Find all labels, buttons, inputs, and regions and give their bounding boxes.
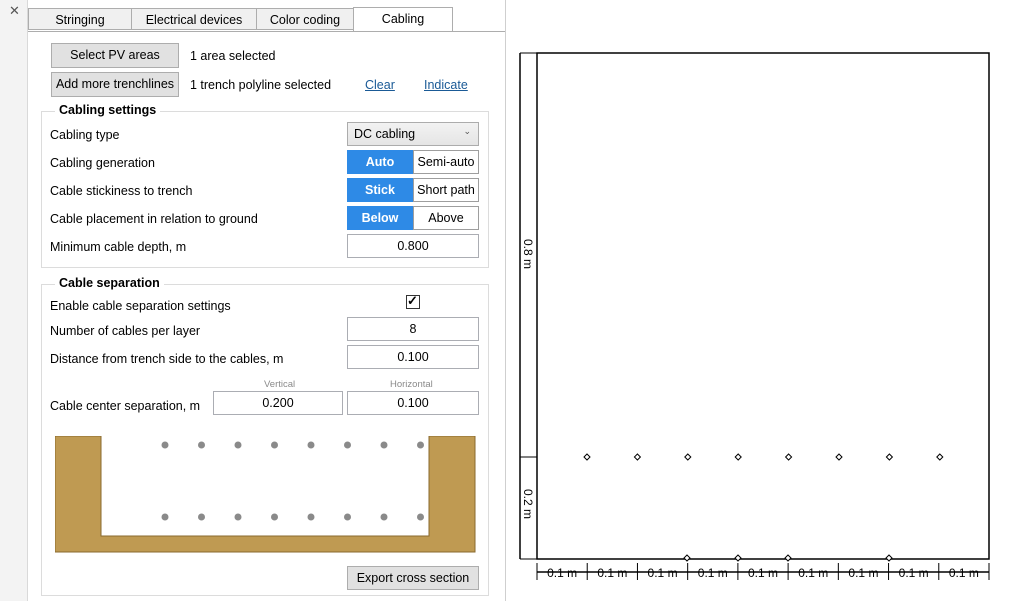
cable-dot bbox=[234, 513, 242, 521]
cable-marker bbox=[633, 453, 642, 461]
spacing-label: 0.1 m bbox=[949, 566, 979, 580]
cable-placement-label: Cable placement in relation to ground bbox=[50, 212, 258, 226]
areas-selected-text: 1 area selected bbox=[190, 49, 276, 63]
drawing-cables bbox=[583, 453, 944, 562]
cabling-type-value: DC cabling bbox=[354, 127, 416, 141]
min-cable-depth-input[interactable]: 0.800 bbox=[347, 234, 479, 258]
cable-dot bbox=[417, 513, 424, 521]
spacing-label: 0.1 m bbox=[748, 566, 778, 580]
cable-dot bbox=[198, 441, 205, 449]
cable-marker bbox=[683, 554, 691, 562]
cable-marker bbox=[784, 554, 792, 562]
clear-link[interactable]: Clear bbox=[365, 78, 395, 92]
cabling-type-select[interactable]: DC cabling ⌄ bbox=[347, 122, 479, 146]
side-strip: ✕ bbox=[0, 0, 28, 601]
stickiness-stick-toggle[interactable]: Stick bbox=[347, 178, 413, 202]
trench-preview bbox=[55, 436, 476, 553]
cable-dot bbox=[161, 513, 169, 521]
spacing-label: 0.1 m bbox=[798, 566, 828, 580]
cabling-settings-title: Cabling settings bbox=[55, 103, 161, 117]
enable-separation-label: Enable cable separation settings bbox=[50, 299, 231, 313]
cables-per-layer-label: Number of cables per layer bbox=[50, 324, 201, 338]
cable-dot bbox=[234, 441, 242, 449]
cable-marker bbox=[734, 453, 742, 461]
cable-marker bbox=[583, 453, 591, 461]
enable-separation-checkbox[interactable]: ✓ bbox=[406, 293, 420, 309]
cable-dot bbox=[161, 441, 169, 449]
cable-marker bbox=[936, 453, 944, 461]
spacing-label: 0.1 m bbox=[597, 566, 627, 580]
cable-marker bbox=[835, 453, 843, 461]
placement-below-toggle[interactable]: Below bbox=[347, 206, 413, 230]
cable-dot bbox=[307, 441, 315, 449]
spacing-label: 0.1 m bbox=[648, 566, 678, 580]
cables-per-layer-input[interactable]: 8 bbox=[347, 317, 479, 341]
cable-dot bbox=[271, 441, 278, 449]
cable-dot bbox=[380, 513, 388, 521]
horizontal-separation-input[interactable]: 0.100 bbox=[347, 391, 479, 415]
cable-marker bbox=[784, 453, 793, 461]
min-cable-depth-label: Minimum cable depth, m bbox=[50, 240, 187, 254]
indicate-link[interactable]: Indicate bbox=[424, 78, 468, 92]
add-trenchlines-button[interactable]: Add more trenchlines bbox=[51, 72, 179, 97]
placement-above-toggle[interactable]: Above bbox=[413, 206, 479, 230]
cable-marker bbox=[885, 453, 894, 461]
horizontal-caption: Horizontal bbox=[390, 379, 433, 390]
preview-cables bbox=[161, 441, 424, 521]
tab-electrical-devices[interactable]: Electrical devices bbox=[131, 8, 257, 30]
trench-side-distance-input[interactable]: 0.100 bbox=[347, 345, 479, 369]
check-icon: ✓ bbox=[407, 293, 418, 308]
chevron-down-icon: ⌄ bbox=[463, 126, 471, 136]
vertical-separation-input[interactable]: 0.200 bbox=[213, 391, 343, 415]
tab-color-coding[interactable]: Color coding bbox=[256, 8, 354, 30]
stickiness-short-path-toggle[interactable]: Short path bbox=[413, 178, 479, 202]
spacing-label: 0.1 m bbox=[698, 566, 728, 580]
cable-dot bbox=[271, 513, 278, 521]
cross-section-drawing: 0.8 m 0.2 m 0.1 m 0.1 m 0.1 m 0.1 m 0.1 m 0.1… bbox=[519, 52, 990, 580]
cable-marker bbox=[734, 554, 742, 562]
tab-stringing[interactable]: Stringing bbox=[28, 8, 132, 30]
tab-divider bbox=[28, 31, 505, 32]
tab-cabling[interactable]: Cabling bbox=[353, 7, 453, 32]
depth-dimension-label: 0.8 m bbox=[521, 239, 535, 269]
cable-dot bbox=[307, 513, 315, 521]
cabling-generation-label: Cabling generation bbox=[50, 156, 155, 170]
trench-walls bbox=[55, 436, 476, 553]
cabling-type-label: Cabling type bbox=[50, 128, 120, 142]
center-separation-label: Cable center separation, m bbox=[50, 399, 201, 413]
layer-dimension-label: 0.2 m bbox=[521, 489, 535, 519]
select-pv-areas-button[interactable]: Select PV areas bbox=[51, 43, 179, 68]
cable-marker bbox=[684, 453, 692, 461]
close-icon[interactable]: ✕ bbox=[9, 4, 20, 18]
export-cross-section-button[interactable]: Export cross section bbox=[347, 566, 479, 590]
trench-selected-text: 1 trench polyline selected bbox=[190, 78, 332, 92]
vertical-caption: Vertical bbox=[264, 379, 296, 390]
cable-stickiness-label: Cable stickiness to trench bbox=[50, 184, 193, 198]
cable-dot bbox=[198, 513, 205, 521]
generation-semi-auto-toggle[interactable]: Semi-auto bbox=[413, 150, 479, 174]
spacing-label: 0.1 m bbox=[899, 566, 929, 580]
trench-outline bbox=[536, 52, 990, 560]
cable-dot bbox=[417, 441, 424, 449]
cable-separation-title: Cable separation bbox=[55, 276, 164, 290]
trench-side-distance-label: Distance from trench side to the cables,… bbox=[50, 352, 284, 366]
cabling-panel: Stringing Electrical devices Color codin… bbox=[28, 0, 506, 601]
cable-dot bbox=[380, 441, 388, 449]
cable-marker bbox=[885, 554, 893, 562]
spacing-label: 0.1 m bbox=[547, 566, 577, 580]
cable-dot bbox=[344, 441, 351, 449]
cable-dot bbox=[344, 513, 351, 521]
spacing-label: 0.1 m bbox=[848, 566, 878, 580]
spacing-ticks: 0.1 m 0.1 m 0.1 m 0.1 m 0.1 m 0.1 m 0.1 m 0.1 m… bbox=[536, 563, 990, 580]
generation-auto-toggle[interactable]: Auto bbox=[347, 150, 413, 174]
